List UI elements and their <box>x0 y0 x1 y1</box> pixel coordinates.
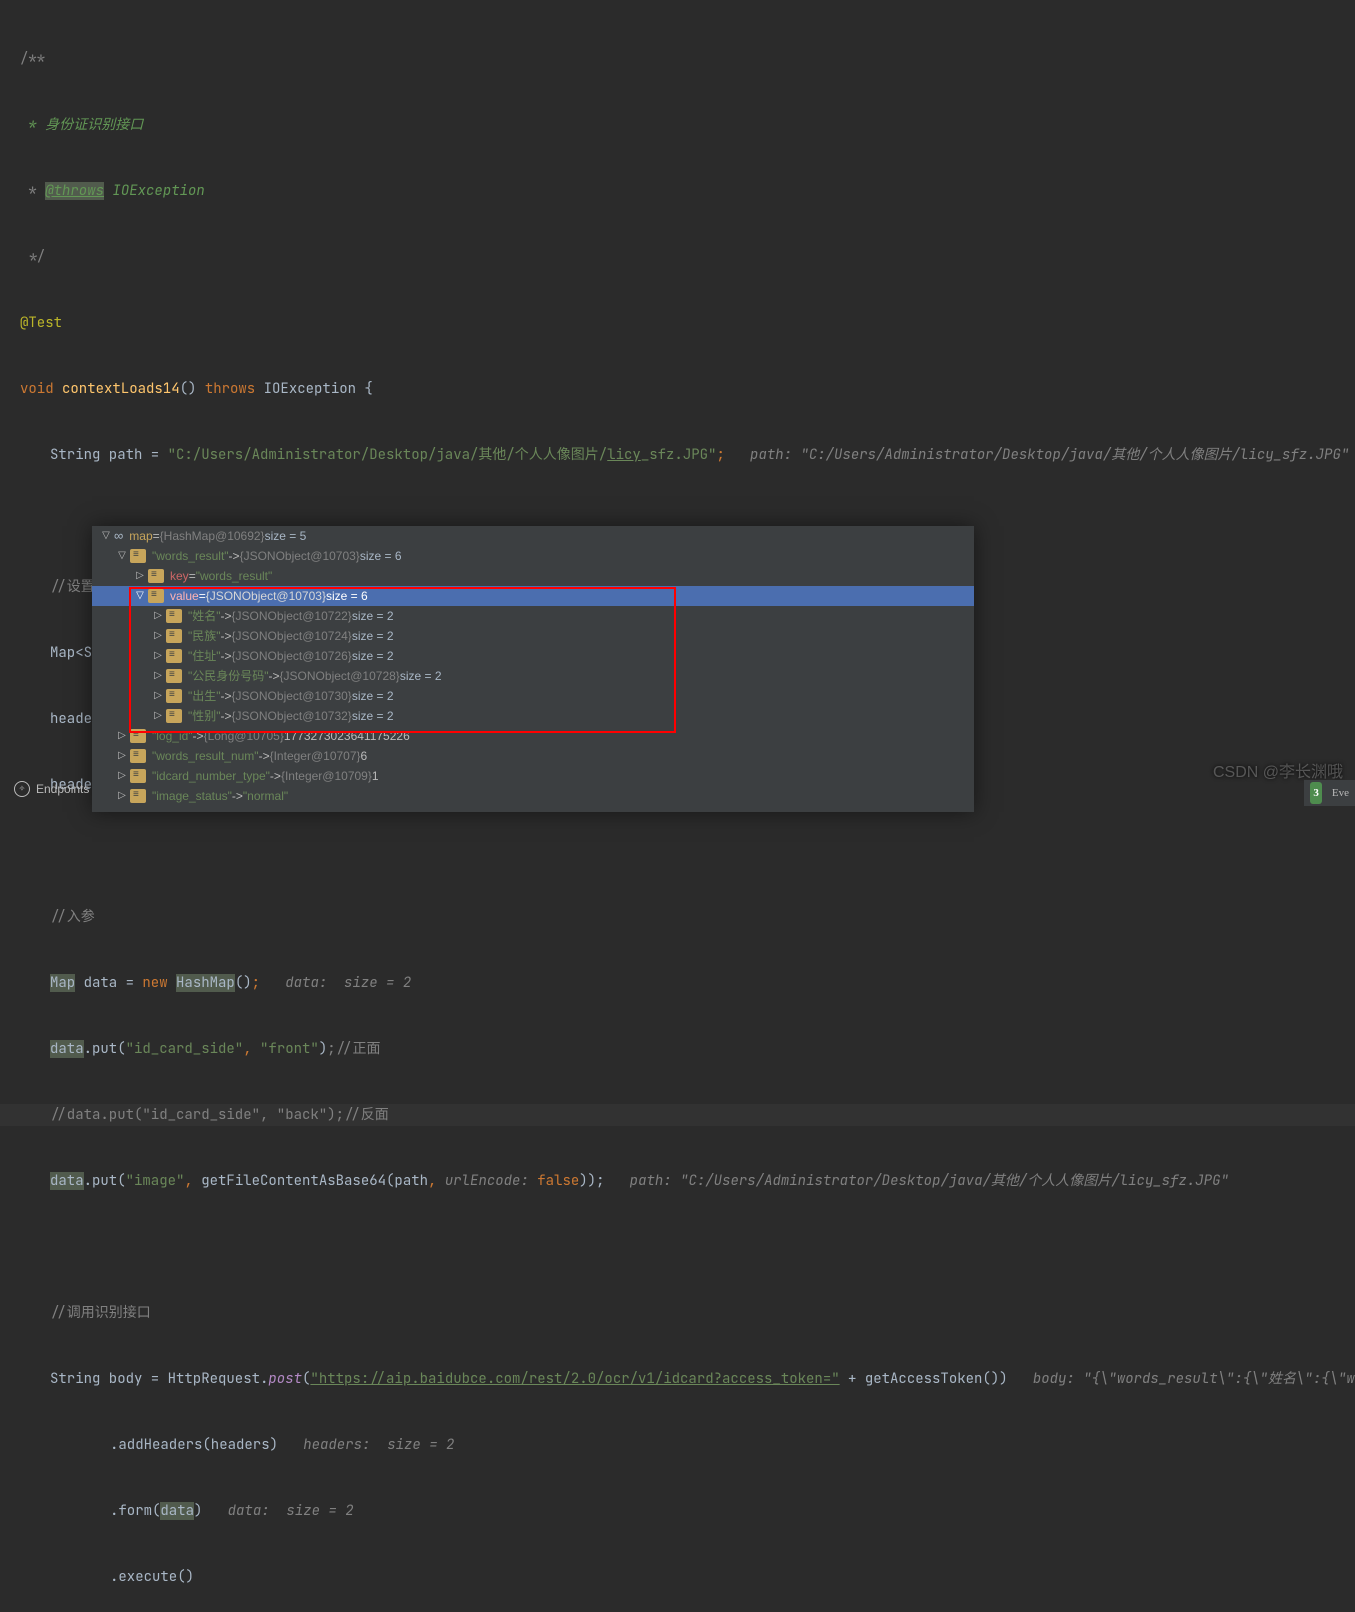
event-label: Eve <box>1332 782 1349 804</box>
dbg-child[interactable]: "公民身份号码" -> {JSONObject@10728} size = 2 <box>92 666 974 686</box>
dbg-words-result[interactable]: "words_result" -> {JSONObject@10703} siz… <box>92 546 974 566</box>
expand-icon[interactable] <box>150 686 166 706</box>
expand-icon[interactable] <box>114 726 130 746</box>
expand-icon[interactable] <box>114 746 130 766</box>
dbg-idcardtype[interactable]: "idcard_number_type" -> {Integer@10709} … <box>92 766 974 786</box>
comment-call: //调用识别接口 <box>50 1304 151 1322</box>
inline-path-value: "C:/Users/Administrator/Desktop/java/其他/… <box>800 446 1349 464</box>
method-name: contextLoads14 <box>62 380 180 398</box>
expand-icon[interactable] <box>132 586 148 606</box>
expand-icon[interactable] <box>150 606 166 626</box>
map-entry-icon <box>166 629 182 643</box>
dbg-logid[interactable]: "log_id" -> {Long@10705} 177327302364117… <box>92 726 974 746</box>
inline-body-value: "{\"words_result\":{\"姓名\":{\"words\":\"… <box>1083 1370 1355 1388</box>
dbg-child[interactable]: "住址" -> {JSONObject@10726} size = 2 <box>92 646 974 666</box>
endpoints-label: Endpoints <box>36 778 89 800</box>
toolwindow-endpoints[interactable]: ✧ Endpoints <box>14 778 89 800</box>
dbg-child[interactable]: "出生" -> {JSONObject@10730} size = 2 <box>92 686 974 706</box>
commented-line: //data.put("id_card_side", "back");//反面 <box>50 1106 389 1124</box>
test-annotation: @Test <box>20 314 62 332</box>
status-bar-right[interactable]: 3 Eve <box>1304 780 1355 806</box>
map-entry-icon <box>166 669 182 683</box>
expand-icon[interactable] <box>132 566 148 586</box>
throws-tag: @throws <box>45 182 104 200</box>
map-entry-icon <box>130 729 146 743</box>
expand-icon[interactable] <box>150 626 166 646</box>
dbg-child[interactable]: "性别" -> {JSONObject@10732} size = 2 <box>92 706 974 726</box>
map-entry-icon <box>148 569 164 583</box>
map-entry-icon <box>130 749 146 763</box>
dbg-value-row[interactable]: value = {JSONObject@10703} size = 6 <box>92 586 974 606</box>
expand-icon[interactable] <box>114 766 130 786</box>
expand-icon[interactable] <box>98 526 114 546</box>
event-badge[interactable]: 3 <box>1310 782 1322 804</box>
map-entry-icon <box>166 709 182 723</box>
map-entry-icon <box>130 549 146 563</box>
javadoc-desc: * 身份证识别接口 <box>20 116 143 134</box>
expand-icon[interactable] <box>150 666 166 686</box>
api-url: "https://aip.baidubce.com/rest/2.0/ocr/v… <box>310 1370 839 1388</box>
map-entry-icon <box>130 789 146 803</box>
map-entry-icon <box>130 769 146 783</box>
javadoc-open: /** <box>20 50 45 68</box>
dbg-child[interactable]: "民族" -> {JSONObject@10724} size = 2 <box>92 626 974 646</box>
map-entry-icon <box>166 689 182 703</box>
expand-icon[interactable] <box>114 546 130 566</box>
endpoints-icon: ✧ <box>14 781 30 797</box>
dbg-imgstatus[interactable]: "image_status" -> "normal" <box>92 786 974 806</box>
dbg-root[interactable]: ∞ map = {HashMap@10692} size = 5 <box>92 526 974 546</box>
map-entry-icon <box>148 589 164 603</box>
map-entry-icon <box>166 609 182 623</box>
expand-icon[interactable] <box>150 646 166 666</box>
javadoc-close: */ <box>20 248 45 266</box>
comment-params: //入参 <box>50 908 95 926</box>
expand-icon[interactable] <box>114 786 130 806</box>
expand-icon[interactable] <box>150 706 166 726</box>
debug-variables-popup[interactable]: ∞ map = {HashMap@10692} size = 5 "words_… <box>92 526 974 812</box>
map-entry-icon <box>166 649 182 663</box>
dbg-key[interactable]: key = "words_result" <box>92 566 974 586</box>
dbg-wrnum[interactable]: "words_result_num" -> {Integer@10707} 6 <box>92 746 974 766</box>
dbg-child[interactable]: "姓名" -> {JSONObject@10722} size = 2 <box>92 606 974 626</box>
loop-icon: ∞ <box>114 526 123 546</box>
